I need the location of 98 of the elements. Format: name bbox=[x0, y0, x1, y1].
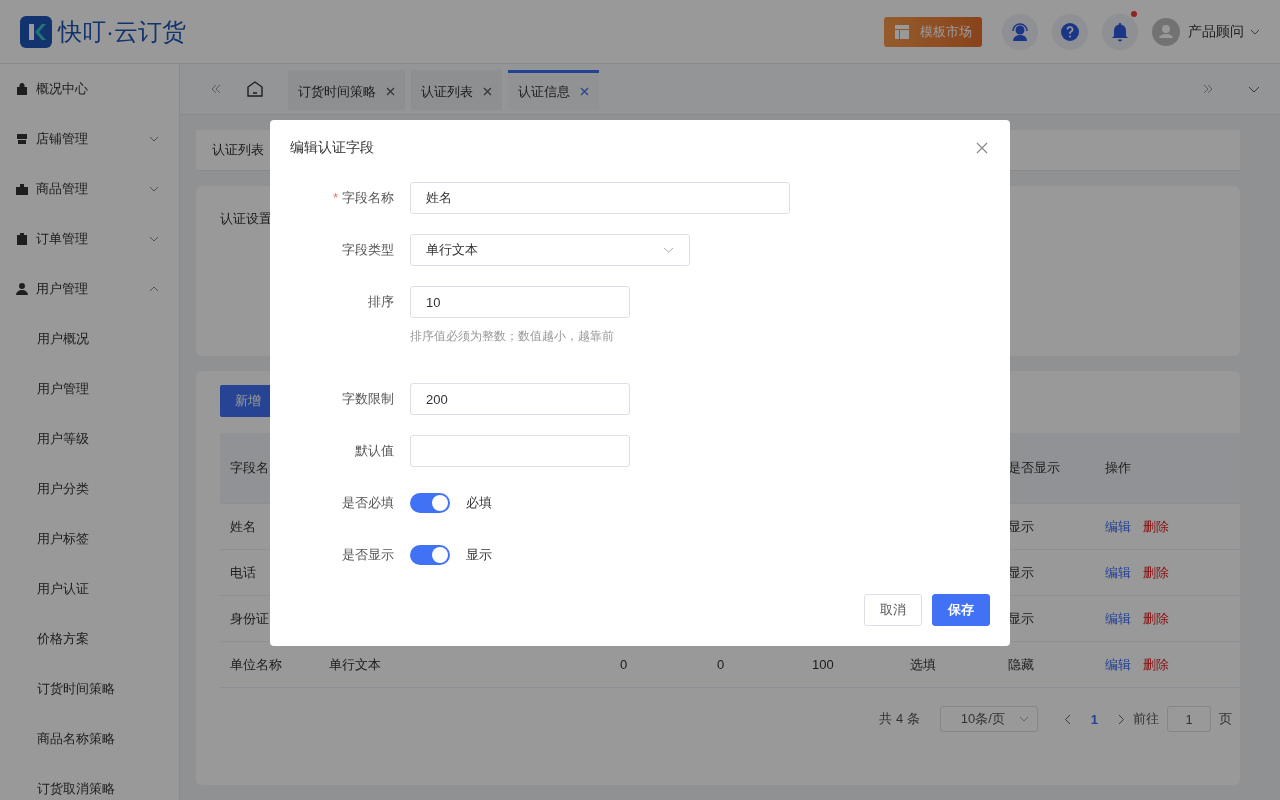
sidebar-item[interactable]: 订单管理 bbox=[0, 214, 179, 264]
delete-link[interactable]: 删除 bbox=[1143, 655, 1169, 674]
table-cell: 单行文本 bbox=[329, 656, 381, 672]
field-label: 字数限制 bbox=[342, 391, 394, 406]
headset-icon bbox=[1010, 21, 1030, 42]
close-icon[interactable] bbox=[483, 87, 492, 96]
close-icon[interactable] bbox=[580, 87, 589, 96]
cancel-button[interactable]: 取消 bbox=[864, 594, 922, 626]
table-cell: 身份证 bbox=[230, 610, 269, 626]
sidebar-subitem[interactable]: 用户概况 bbox=[0, 314, 179, 364]
save-button[interactable]: 保存 bbox=[932, 594, 990, 626]
input-field[interactable]: 10 bbox=[410, 286, 630, 318]
settings-label: 认证设置 bbox=[220, 211, 272, 226]
tab[interactable]: 认证列表 bbox=[411, 70, 502, 110]
table-cell: 选填 bbox=[910, 656, 936, 672]
close-icon[interactable] bbox=[386, 87, 395, 96]
edit-link[interactable]: 编辑 bbox=[1105, 655, 1131, 674]
sidebar-item[interactable]: 店铺管理 bbox=[0, 114, 179, 164]
page-number[interactable]: 1 bbox=[1090, 711, 1098, 727]
sidebar-subitem[interactable]: 订货取消策略 bbox=[0, 764, 179, 800]
input-field[interactable]: 200 bbox=[410, 383, 630, 415]
delete-link[interactable]: 删除 bbox=[1143, 609, 1169, 628]
edit-link[interactable]: 编辑 bbox=[1105, 517, 1131, 536]
edit-link[interactable]: 编辑 bbox=[1105, 563, 1131, 582]
field-label: 排序 bbox=[368, 294, 394, 309]
sidebar-item[interactable]: 用户管理 bbox=[0, 264, 179, 314]
field-label: 默认值 bbox=[355, 443, 394, 458]
logo-text: 快叮·云订货 bbox=[58, 16, 186, 47]
delete-link[interactable]: 删除 bbox=[1143, 563, 1169, 582]
edit-link[interactable]: 编辑 bbox=[1105, 609, 1131, 628]
menu-icon bbox=[16, 183, 28, 195]
input-field[interactable] bbox=[410, 435, 630, 467]
sidebar-item[interactable]: 概况中心 bbox=[0, 64, 179, 114]
double-chevron-right-icon[interactable] bbox=[1202, 84, 1214, 94]
goto-label: 前往 bbox=[1133, 710, 1159, 728]
home-icon[interactable] bbox=[246, 80, 264, 98]
notification-button[interactable] bbox=[1102, 13, 1138, 50]
layout-icon bbox=[894, 23, 910, 40]
next-page-icon[interactable] bbox=[1118, 713, 1125, 725]
table-cell: 隐藏 bbox=[1008, 656, 1034, 672]
previous-page-icon[interactable] bbox=[1063, 713, 1071, 725]
chevron-down-icon bbox=[1250, 28, 1260, 35]
table-cell: 100 bbox=[812, 657, 834, 672]
field-label: 是否显示 bbox=[342, 547, 394, 562]
menu-icon bbox=[16, 233, 28, 245]
chevron-down-icon[interactable] bbox=[1248, 85, 1260, 93]
switch-label: 显示 bbox=[466, 546, 492, 564]
total-count: 共 4 条 bbox=[879, 710, 920, 728]
tab[interactable]: 订货时间策略 bbox=[288, 70, 405, 110]
field-label: 字段名称 bbox=[342, 190, 394, 205]
sidebar-subitem[interactable]: 价格方案 bbox=[0, 614, 179, 664]
sidebar-subitem[interactable]: 商品名称策略 bbox=[0, 714, 179, 764]
double-chevron-left-icon[interactable] bbox=[210, 84, 222, 94]
chevron-down-icon bbox=[663, 247, 674, 253]
column-header: 操作 bbox=[1104, 459, 1132, 477]
sidebar-subitem[interactable]: 用户标签 bbox=[0, 514, 179, 564]
toggle-switch[interactable] bbox=[410, 545, 450, 565]
user-menu[interactable]: 产品顾问 bbox=[1188, 22, 1244, 41]
table-cell: 0 bbox=[620, 657, 628, 672]
dialog-title: 编辑认证字段 bbox=[290, 139, 374, 157]
table-cell: 0 bbox=[717, 657, 725, 672]
table-cell: 单位名称 bbox=[230, 656, 282, 672]
menu-icon bbox=[16, 133, 28, 145]
menu-icon bbox=[16, 283, 28, 295]
sidebar-item[interactable]: 商品管理 bbox=[0, 164, 179, 214]
close-icon[interactable] bbox=[976, 142, 988, 154]
sidebar-subitem[interactable]: 用户等级 bbox=[0, 414, 179, 464]
menu-icon bbox=[16, 83, 28, 95]
column-header: 字段名 bbox=[229, 459, 270, 477]
sidebar-subitem[interactable]: 订货时间策略 bbox=[0, 664, 179, 714]
table-cell: 显示 bbox=[1008, 518, 1034, 534]
sidebar-subitem[interactable]: 用户认证 bbox=[0, 564, 179, 614]
bell-icon bbox=[1111, 21, 1129, 42]
chevron-down-icon bbox=[1018, 716, 1029, 722]
toggle-switch[interactable] bbox=[410, 493, 450, 513]
breadcrumb-item[interactable]: 认证列表 bbox=[212, 141, 264, 159]
field-hint: 排序值必须为整数；数值越小，越靠前 bbox=[410, 328, 615, 345]
table-cell: 电话 bbox=[230, 564, 256, 580]
field-label: 字段类型 bbox=[342, 242, 394, 257]
column-header: 是否显示 bbox=[1007, 459, 1061, 477]
help-icon bbox=[1060, 21, 1080, 42]
help-button[interactable] bbox=[1052, 13, 1088, 50]
table-cell: 姓名 bbox=[230, 518, 256, 534]
input-field[interactable]: 姓名 bbox=[410, 182, 790, 214]
page-label: 页 bbox=[1219, 710, 1232, 728]
switch-label: 必填 bbox=[466, 494, 492, 512]
select-field[interactable]: 单行文本 bbox=[410, 234, 690, 266]
required-mark: * bbox=[332, 190, 338, 205]
table-cell: 显示 bbox=[1008, 610, 1034, 626]
field-label: 是否必填 bbox=[342, 495, 394, 510]
table-cell: 显示 bbox=[1008, 564, 1034, 580]
sidebar-subitem[interactable]: 用户分类 bbox=[0, 464, 179, 514]
delete-link[interactable]: 删除 bbox=[1143, 517, 1169, 536]
page-size-select[interactable]: 10条/页 bbox=[939, 706, 1038, 732]
sidebar-subitem[interactable]: 用户管理 bbox=[0, 364, 179, 414]
page-input[interactable]: 1 bbox=[1167, 706, 1211, 732]
customer-service-button[interactable] bbox=[1002, 13, 1038, 50]
logo-icon bbox=[20, 15, 52, 48]
